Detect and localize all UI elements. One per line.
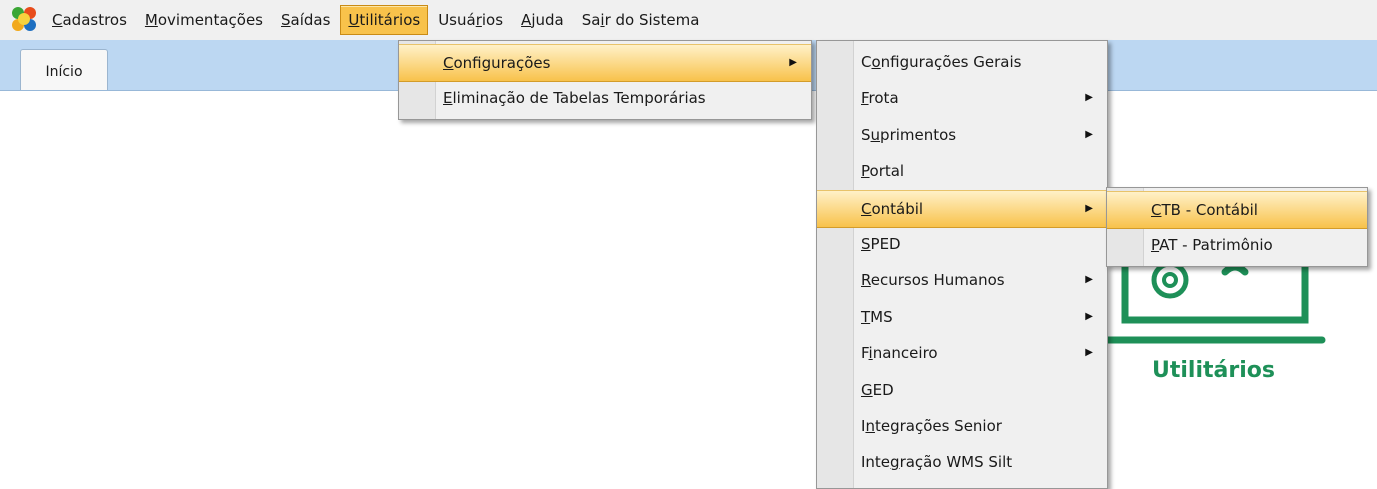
menu-item-label: Integração WMS Silt [861, 453, 1013, 472]
menu-item-integracao-wms-silt[interactable]: Integração WMS Silt [817, 444, 1107, 480]
menu-item-label: SPED [861, 235, 901, 253]
utilitarios-hero: Utilitários [1100, 250, 1340, 400]
menu-item-label: Configurações Gerais [861, 53, 1022, 71]
menu-item-label: Integrações Senior [861, 417, 1002, 435]
submenu-arrow-icon: ▶ [1085, 347, 1093, 359]
menu-item-label: Financeiro [861, 344, 938, 363]
app-logo-icon [10, 5, 40, 35]
menu-item-contabil[interactable]: Contábil ▶ [817, 189, 1107, 228]
menu-utilitarios[interactable]: Utilitários [340, 5, 429, 35]
submenu-arrow-icon: ▶ [1085, 202, 1093, 214]
menu-item-label: Portal [861, 162, 905, 181]
menu-configuracoes: Configurações Gerais Frota ▶ Suprimentos ▶ Po… [816, 40, 1108, 489]
menu-item-frota[interactable]: Frota ▶ [817, 80, 1107, 116]
menu-contabil: CTB - Contábil PAT - Patrimônio [1106, 187, 1368, 267]
menu-cadastros[interactable]: Cadastros [44, 5, 135, 35]
menu-item-integracoes-senior[interactable]: Integrações Senior [817, 408, 1107, 444]
tab-inicio[interactable]: Início [20, 49, 108, 90]
menu-bar-items: Cadastros Movimentações Saídas Utilitários U… [44, 5, 709, 35]
submenu-arrow-icon: ▶ [789, 57, 797, 68]
menu-ajuda[interactable]: Ajuda [513, 5, 572, 35]
menu-item-label: CTB - Contábil [1151, 201, 1258, 219]
menu-item-tms[interactable]: TMS ▶ [817, 299, 1107, 335]
menu-saidas[interactable]: Saídas [273, 5, 338, 35]
menu-bar: Cadastros Movimentações Saídas Utilitários U… [0, 0, 1377, 40]
menu-movimentacoes[interactable]: Movimentações [137, 5, 271, 35]
menu-item-sped[interactable]: SPED [817, 226, 1107, 262]
menu-utilitarios: Configurações ▶ Eliminação de Tabelas Temp… [398, 40, 812, 120]
menu-item-label: GED [861, 380, 894, 399]
menu-item-ged[interactable]: GED [817, 372, 1107, 408]
menu-item-ctb-contabil[interactable]: CTB - Contábil [1107, 191, 1367, 229]
menu-item-configuracoes[interactable]: Configurações ▶ [399, 44, 811, 82]
submenu-arrow-icon: ▶ [1085, 274, 1093, 286]
menu-item-label: Configurações [443, 54, 551, 72]
menu-item-label: Contábil [861, 199, 924, 218]
menu-item-suprimentos[interactable]: Suprimentos ▶ [817, 117, 1107, 153]
menu-item-label: Eliminação de Tabelas Temporárias [443, 89, 706, 107]
menu-item-label: Frota [861, 89, 899, 108]
menu-sair-do-sistema[interactable]: Sair do Sistema [574, 5, 708, 35]
menu-item-label: Recursos Humanos [861, 271, 1005, 290]
submenu-arrow-icon: ▶ [1085, 128, 1093, 140]
menu-item-portal[interactable]: Portal [817, 153, 1107, 189]
menu-item-configuracoes-gerais[interactable]: Configurações Gerais [817, 44, 1107, 80]
menu-item-pat-patrimonio[interactable]: PAT - Patrimônio [1107, 227, 1367, 263]
menu-usuarios[interactable]: Usuários [430, 5, 511, 35]
menu-item-label: TMS [861, 307, 893, 326]
menu-item-label: PAT - Patrimônio [1151, 236, 1273, 254]
submenu-arrow-icon: ▶ [1085, 310, 1093, 322]
menu-item-financeiro[interactable]: Financeiro ▶ [817, 335, 1107, 371]
utilitarios-label: Utilitários [1152, 358, 1275, 383]
menu-item-recursos-humanos[interactable]: Recursos Humanos ▶ [817, 262, 1107, 298]
submenu-arrow-icon: ▶ [1085, 92, 1093, 104]
menu-item-eliminacao-de-tabelas-temporarias[interactable]: Eliminação de Tabelas Temporárias [399, 80, 811, 116]
menu-item-label: Suprimentos [861, 125, 957, 144]
